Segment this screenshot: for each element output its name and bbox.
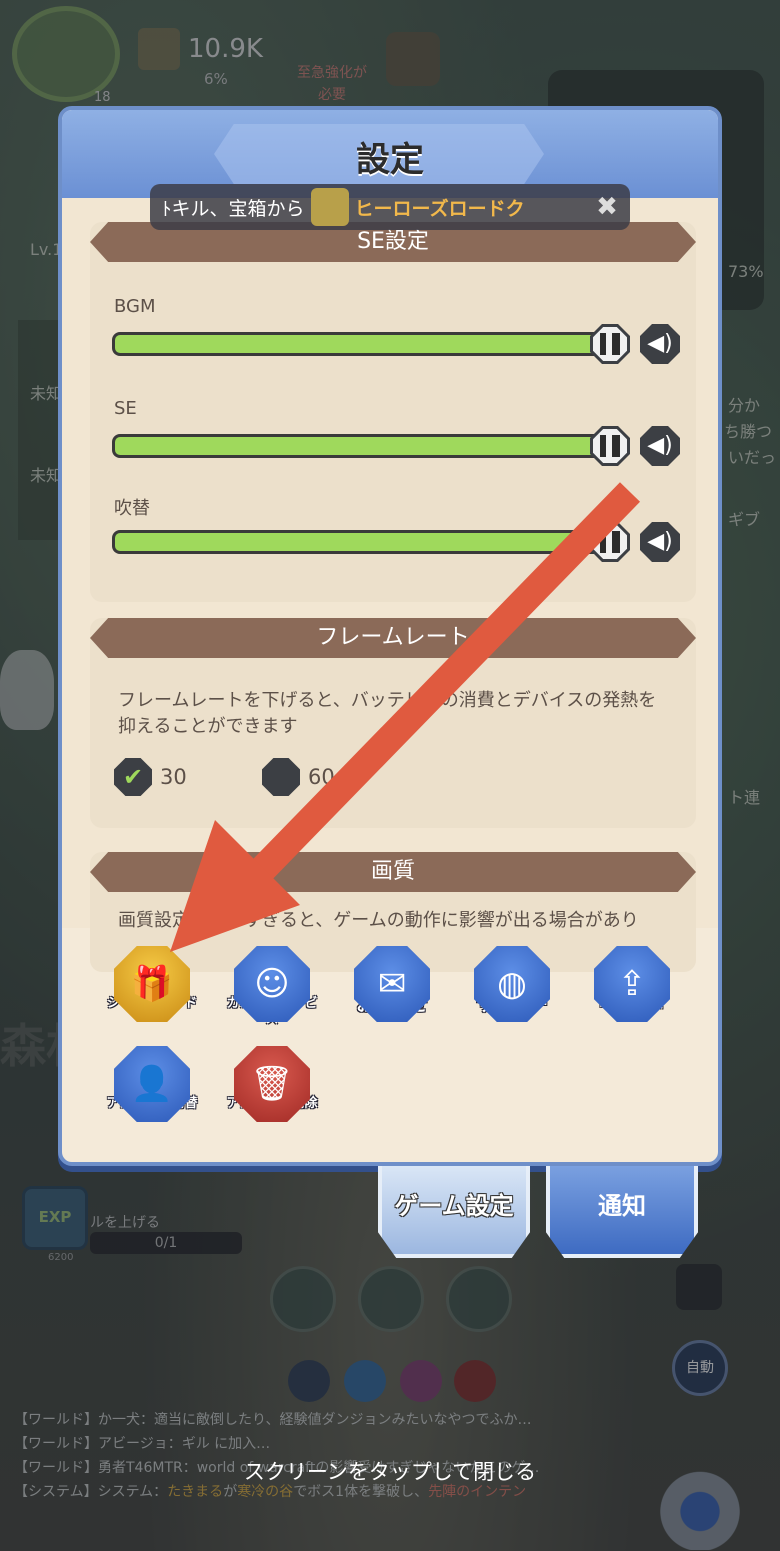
settings-modal: 設定 SE設定 BGM ◀) SE ◀) 吹替 ◀) フレームレート フレームレ… <box>58 106 722 1166</box>
framerate-section-header: フレームレート <box>90 618 696 658</box>
headset-icon: ☺ <box>234 946 310 1022</box>
modal-title: 設定 <box>356 140 424 180</box>
tab-notifications[interactable]: 通知 <box>546 1166 698 1258</box>
framerate-option-30[interactable]: ✔ 30 <box>114 758 187 796</box>
gift-icon: 🎁 <box>114 946 190 1022</box>
error-report-button[interactable]: ⇪ エラー報告 <box>584 946 680 1022</box>
voice-slider-handle[interactable] <box>590 522 630 562</box>
unchecked-icon <box>262 758 300 796</box>
close-icon[interactable]: ✖ <box>592 192 622 222</box>
se-speaker-icon[interactable]: ◀) <box>640 426 680 466</box>
settings-content[interactable]: SE設定 BGM ◀) SE ◀) 吹替 ◀) フレームレート フレームレートを… <box>62 198 718 972</box>
globe-icon: ◍ <box>474 946 550 1022</box>
sound-section: SE設定 BGM ◀) SE ◀) 吹替 ◀) <box>90 222 696 602</box>
customer-service-button[interactable]: ☺ カスタマサービス <box>224 946 320 1028</box>
checkmark-icon: ✔ <box>114 758 152 796</box>
voice-label: 吹替 <box>114 498 150 519</box>
bgm-slider-handle[interactable] <box>590 324 630 364</box>
notices-button[interactable]: ✉ お知らせ <box>344 946 440 1022</box>
armor-icon <box>310 188 349 226</box>
server-button[interactable]: ◍ サーバー <box>464 946 560 1022</box>
tab-game-settings[interactable]: ゲーム設定 <box>378 1166 530 1258</box>
user-icon: 👤 <box>114 1046 190 1122</box>
quality-section-header: 画質 <box>90 852 696 892</box>
trash-icon: 🗑 <box>234 1046 310 1122</box>
tap-to-close-hint[interactable]: スクリーンをタップして閉じる <box>0 1456 780 1486</box>
scroll-icon: ✉ <box>354 946 430 1022</box>
voice-slider[interactable] <box>112 530 612 554</box>
bgm-label: BGM <box>114 296 156 317</box>
voice-speaker-icon[interactable]: ◀) <box>640 522 680 562</box>
quality-description: 画質設定を上げすぎると、ゲームの動作に影響が出る場合があり <box>118 910 639 931</box>
switch-account-button[interactable]: 👤 アカウント切替 <box>104 1046 200 1122</box>
se-slider-handle[interactable] <box>590 426 630 466</box>
framerate-option-60[interactable]: 60 <box>262 758 335 796</box>
se-label: SE <box>114 398 137 419</box>
item-banner[interactable]: ﾄキル、宝箱から ヒーローズロードク ✖ <box>150 184 630 230</box>
upload-icon: ⇪ <box>594 946 670 1022</box>
framerate-section: フレームレート フレームレートを下げると、バッテリーの消費とデバイスの発熱を抑え… <box>90 618 696 828</box>
se-slider[interactable] <box>112 434 612 458</box>
delete-account-button[interactable]: 🗑 アカウント削除 <box>224 1046 320 1122</box>
framerate-description: フレームレートを下げると、バッテリーの消費とデバイスの発熱を抑えることができます <box>118 690 657 737</box>
bgm-speaker-icon[interactable]: ◀) <box>640 324 680 364</box>
bgm-slider[interactable] <box>112 332 612 356</box>
serial-code-button[interactable]: 🎁 シリアルコード <box>104 946 200 1022</box>
